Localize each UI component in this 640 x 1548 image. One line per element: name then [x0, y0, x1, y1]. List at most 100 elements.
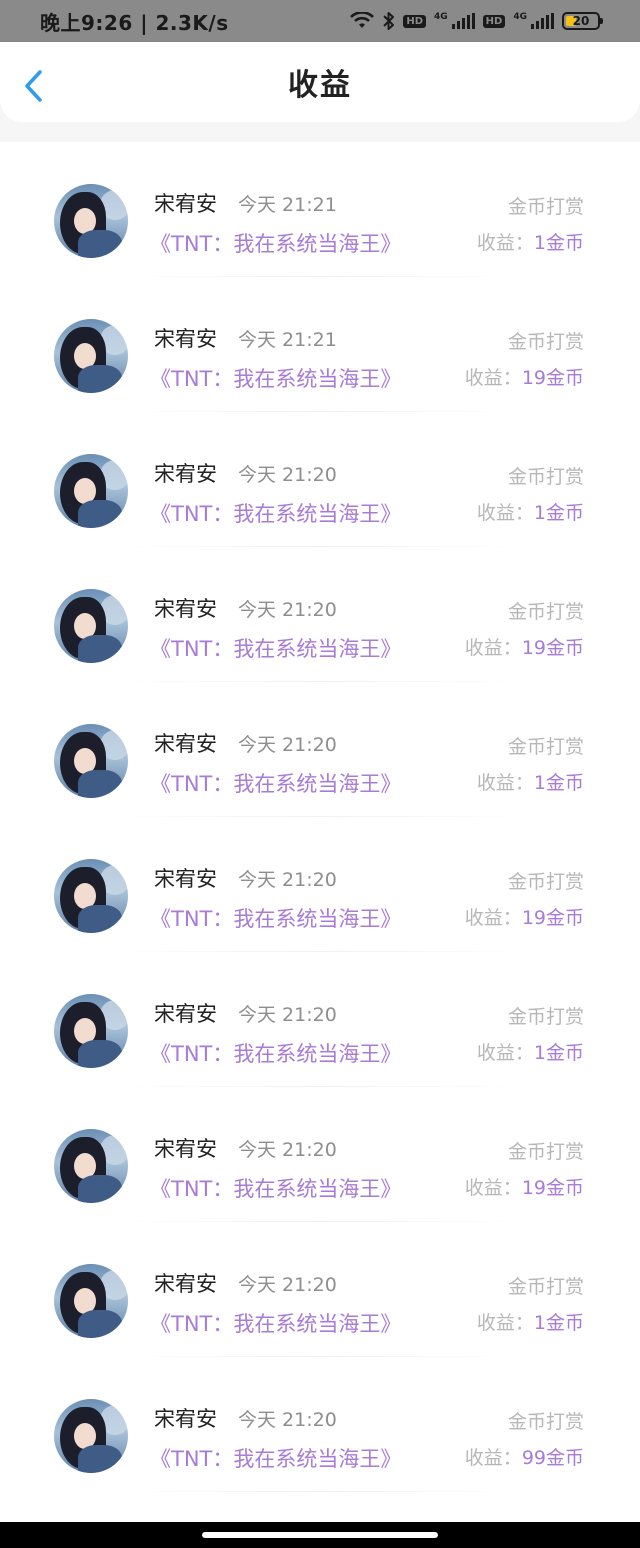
- timestamp: 今天 21:21: [238, 329, 337, 351]
- user-name: 宋宥安: [154, 867, 217, 891]
- earnings: 收益：19金币: [465, 633, 584, 660]
- status-icons: HD 4G HD 4G 20: [349, 11, 603, 31]
- book-title[interactable]: 《TNT：我在系统当海王》: [150, 1038, 401, 1068]
- hd-badge: HD: [403, 14, 427, 28]
- book-title[interactable]: 《TNT：我在系统当海王》: [150, 228, 401, 258]
- earnings-label: 收益：: [476, 772, 534, 794]
- header-area: 收益: [0, 42, 640, 142]
- list-item[interactable]: 宋宥安 今天 21:20 《TNT：我在系统当海王》 金币打赏收益：99金币: [0, 1357, 640, 1492]
- reward-type: 金币打赏: [507, 1141, 584, 1163]
- list-item[interactable]: 宋宥安 今天 21:20 《TNT：我在系统当海王》 金币打赏收益：1金币: [0, 1222, 640, 1357]
- list-item[interactable]: 宋宥安 今天 21:20 《TNT：我在系统当海王》 金币打赏收益：1金币: [0, 682, 640, 817]
- avatar[interactable]: [54, 859, 128, 933]
- book-title[interactable]: 《TNT：我在系统当海王》: [150, 1443, 401, 1473]
- earnings: 收益：19金币: [465, 363, 584, 390]
- earnings-amount: 19金币: [521, 907, 584, 929]
- avatar[interactable]: [54, 1129, 128, 1203]
- user-name: 宋宥安: [154, 1272, 217, 1296]
- user-name: 宋宥安: [154, 192, 217, 216]
- timestamp: 今天 21:20: [238, 1274, 337, 1296]
- list-item[interactable]: 宋宥安 今天 21:20 《TNT：我在系统当海王》 金币打赏 收益：19金币: [0, 817, 640, 952]
- status-time: 晚上9:26 | 2.3K/s: [40, 10, 229, 35]
- earnings: 收益：19金币: [465, 903, 584, 930]
- earnings-list: 宋宥安 今天 21:21 《TNT：我在系统当海王》 金币打赏 收益：1金币 宋宥安 今天 …: [0, 142, 640, 1492]
- earnings-amount: 1金币: [533, 772, 584, 794]
- reward-type: 金币打赏: [507, 1006, 584, 1028]
- earnings: 收益：1金币: [477, 768, 584, 795]
- book-title[interactable]: 《TNT：我在系统当海王》: [150, 1173, 401, 1203]
- avatar[interactable]: [54, 994, 128, 1068]
- reward-type: 金币打赏: [507, 1276, 584, 1298]
- avatar[interactable]: [54, 454, 128, 528]
- page-title: 收益: [288, 68, 352, 103]
- header: 收益: [0, 42, 640, 122]
- avatar[interactable]: [54, 1264, 128, 1338]
- earnings-label: 收益：: [476, 1312, 534, 1334]
- status-bar: 晚上9:26 | 2.3K/s HD 4G HD 4G 20: [0, 0, 640, 42]
- user-name: 宋宥安: [154, 1137, 217, 1161]
- book-title[interactable]: 《TNT：我在系统当海王》: [150, 768, 401, 798]
- battery-icon: 20: [562, 12, 603, 30]
- book-title[interactable]: 《TNT：我在系统当海王》: [150, 633, 401, 663]
- list-item[interactable]: 宋宥安 今天 21:20 《TNT：我在系统当海王》 金币打赏收益：1金币: [0, 952, 640, 1087]
- battery-level: 20: [572, 14, 590, 28]
- network-type-label-2: 4G: [513, 12, 527, 22]
- avatar[interactable]: [54, 1399, 128, 1473]
- earnings-label: 收益：: [464, 907, 522, 929]
- earnings-amount: 1金币: [533, 1312, 584, 1334]
- user-name: 宋宥安: [154, 1407, 217, 1431]
- list-item[interactable]: 宋宥安 今天 21:21 《TNT：我在系统当海王》 金币打赏收益：19金币: [0, 277, 640, 412]
- hd-badge-2: HD: [482, 14, 506, 28]
- back-button[interactable]: [20, 68, 50, 104]
- earnings-amount: 1金币: [533, 502, 584, 524]
- list-item[interactable]: 宋宥安 今天 21:20 《TNT：我在系统当海王》 金币打赏 收益：1金币: [0, 412, 640, 547]
- timestamp: 今天 21:20: [238, 464, 337, 486]
- reward-type: 金币打赏: [507, 1411, 584, 1433]
- earnings-amount: 19金币: [521, 367, 584, 389]
- book-title[interactable]: 《TNT：我在系统当海王》: [150, 498, 401, 528]
- earnings-label: 收益：: [464, 637, 522, 659]
- earnings-amount: 1金币: [533, 1042, 584, 1064]
- reward-type: 金币打赏: [507, 331, 584, 353]
- network-type-label: 4G: [434, 12, 448, 22]
- timestamp: 今天 21:20: [238, 734, 337, 756]
- user-name: 宋宥安: [154, 1002, 217, 1026]
- earnings-label: 收益：: [476, 232, 534, 254]
- earnings-label: 收益：: [464, 367, 522, 389]
- earnings-amount: 99金币: [521, 1447, 584, 1469]
- user-name: 宋宥安: [154, 732, 217, 756]
- avatar[interactable]: [54, 724, 128, 798]
- reward-type: 金币打赏: [507, 871, 584, 893]
- book-title[interactable]: 《TNT：我在系统当海王》: [150, 903, 401, 933]
- list-item[interactable]: 宋宥安 今天 21:21 《TNT：我在系统当海王》 金币打赏收益：1金币: [0, 142, 640, 277]
- earnings-label: 收益：: [476, 1042, 534, 1064]
- user-name: 宋宥安: [154, 327, 217, 351]
- timestamp: 今天 21:20: [238, 599, 337, 621]
- earnings-amount: 19金币: [521, 1177, 584, 1199]
- earnings: 收益：1金币: [477, 1038, 584, 1065]
- divider: [110, 1491, 530, 1492]
- avatar[interactable]: [54, 319, 128, 393]
- timestamp: 今天 21:20: [238, 1409, 337, 1431]
- timestamp: 今天 21:20: [238, 1139, 337, 1161]
- timestamp: 今天 21:20: [238, 1004, 337, 1026]
- list-item[interactable]: 宋宥安 今天 21:20 《TNT：我在系统当海王》 金币打赏 收益：19金币: [0, 547, 640, 682]
- timestamp: 今天 21:21: [238, 194, 337, 216]
- reward-type: 金币打赏: [507, 196, 584, 218]
- reward-type: 金币打赏: [507, 601, 584, 623]
- earnings-label: 收益：: [464, 1447, 522, 1469]
- signal-icon-2: [531, 13, 554, 29]
- book-title[interactable]: 《TNT：我在系统当海王》: [150, 363, 401, 393]
- home-indicator[interactable]: [202, 1532, 438, 1538]
- list-item[interactable]: 宋宥安 今天 21:20 《TNT：我在系统当海王》 金币打赏 收益：19金币: [0, 1087, 640, 1222]
- user-name: 宋宥安: [154, 462, 217, 486]
- earnings: 收益：1金币: [477, 228, 584, 255]
- reward-type: 金币打赏: [507, 736, 584, 758]
- earnings-amount: 19金币: [521, 637, 584, 659]
- system-nav-bar: [0, 1522, 640, 1548]
- avatar[interactable]: [54, 184, 128, 258]
- earnings: 收益：99金币: [465, 1443, 584, 1470]
- avatar[interactable]: [54, 589, 128, 663]
- book-title[interactable]: 《TNT：我在系统当海王》: [150, 1308, 401, 1338]
- chevron-left-icon: [25, 70, 42, 102]
